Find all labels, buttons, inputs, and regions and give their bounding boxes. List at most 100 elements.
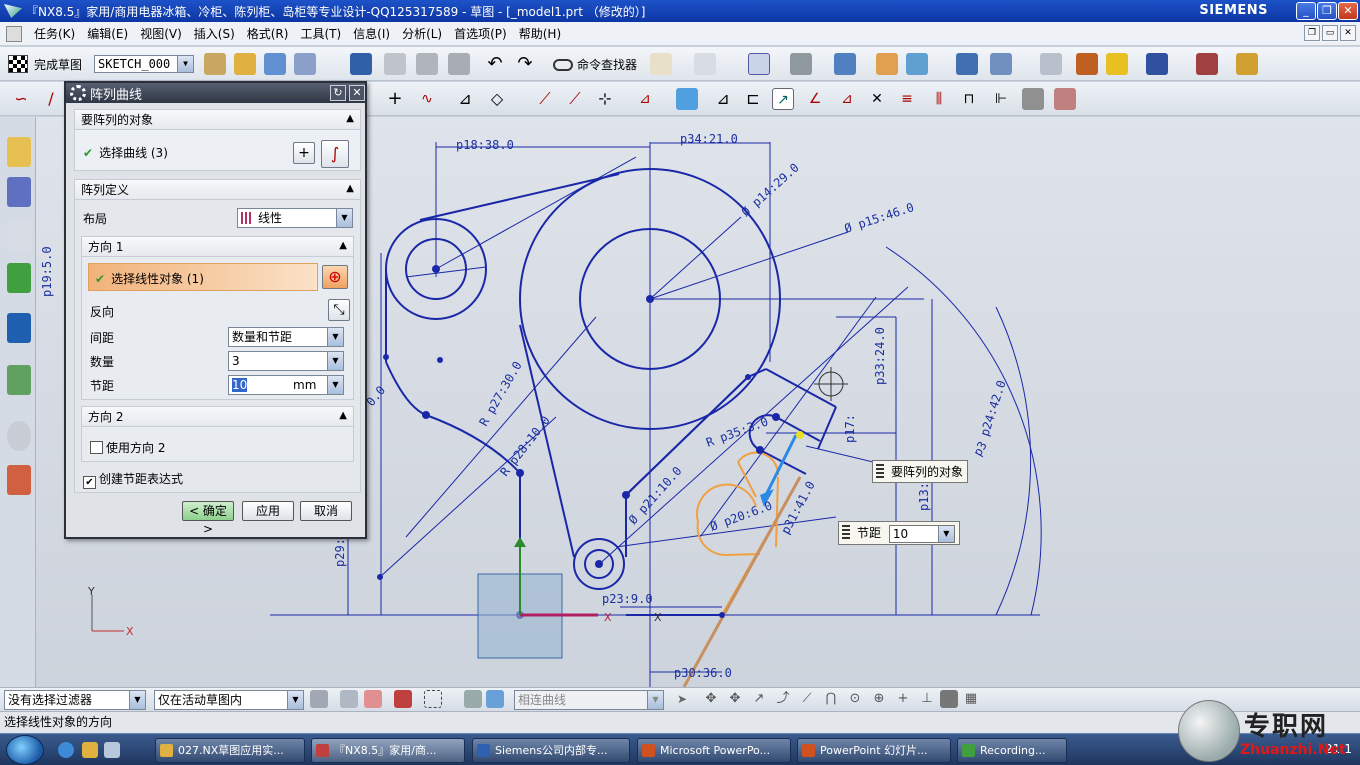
grid-icon[interactable] — [1196, 53, 1218, 75]
snap-line-icon[interactable]: ↗ — [750, 690, 768, 708]
finish-sketch-button[interactable]: 完成草图 — [8, 55, 82, 73]
dim-p19[interactable]: p19:5.0 — [40, 246, 54, 297]
folder-icon[interactable] — [82, 742, 98, 758]
start-button[interactable] — [6, 735, 44, 765]
spacing-select[interactable]: 数量和节距 ▼ — [228, 327, 344, 347]
dialog-title-bar[interactable]: 阵列曲线 ↻ ✕ — [66, 83, 365, 103]
dim-p18[interactable]: p18:38.0 — [456, 138, 514, 152]
create-expression-checkbox[interactable]: ✔ — [83, 476, 96, 489]
sketch-orient-icon[interactable] — [204, 53, 226, 75]
snap-point-icon[interactable] — [340, 690, 358, 708]
extrude-icon[interactable] — [956, 53, 978, 75]
constraint-navigator-icon[interactable] — [7, 177, 31, 207]
task-item-4[interactable]: Microsoft PowerPo... — [637, 738, 791, 763]
menu-analysis[interactable]: 分析(L) — [402, 25, 442, 42]
count-input[interactable]: 3 ▼ — [228, 351, 344, 371]
select-feature-icon[interactable] — [364, 690, 382, 708]
roles-icon[interactable] — [7, 465, 31, 495]
assembly-navigator-icon[interactable] — [7, 137, 31, 167]
snap-quadrant-icon[interactable]: ⊕ — [870, 690, 888, 708]
dim-p35[interactable]: R p35:3.0 — [704, 414, 770, 449]
geometric-constraint-icon[interactable]: ✕ — [866, 88, 888, 110]
snap-icon[interactable] — [1146, 53, 1168, 75]
menu-task[interactable]: 任务(K) — [34, 25, 75, 42]
dim-p27[interactable]: R p27:30.0 — [476, 359, 524, 429]
selection-scope-select[interactable]: 仅在活动草图内 ▼ — [154, 690, 304, 710]
gear-icon[interactable] — [70, 85, 86, 101]
menu-tools[interactable]: 工具(T) — [300, 25, 341, 42]
dim-p28[interactable]: R p28:10.0 — [497, 413, 553, 479]
definition-section-header[interactable]: 阵列定义 ▲ — [75, 180, 360, 200]
constraint-icon[interactable] — [650, 53, 672, 75]
snap-spline-icon[interactable]: ⤴ — [774, 690, 792, 708]
cut-icon[interactable] — [384, 53, 406, 75]
analysis-icon[interactable] — [1076, 53, 1098, 75]
snap-end-icon[interactable]: ✥ — [702, 690, 720, 708]
dim-p30[interactable]: p30:36.0 — [674, 666, 732, 680]
direction2-header[interactable]: 方向 2 ▲ — [82, 407, 353, 427]
table-icon[interactable] — [1040, 53, 1062, 75]
offset-curve-icon[interactable]: ∿ — [416, 88, 438, 110]
selection-info-icon[interactable] — [694, 53, 716, 75]
task-item-1[interactable]: 027.NX草图应用实... — [155, 738, 305, 763]
sketch-style-icon[interactable] — [264, 53, 286, 75]
reattach-icon[interactable] — [234, 53, 256, 75]
save-icon[interactable] — [350, 53, 372, 75]
update-model-icon[interactable] — [294, 53, 316, 75]
part-navigator-icon[interactable] — [7, 221, 31, 251]
linear-dimension-icon[interactable]: ⊿ — [836, 88, 858, 110]
ok-button[interactable]: < 确定 > — [182, 501, 234, 536]
menu-insert[interactable]: 插入(S) — [194, 25, 235, 42]
filter-reset-icon[interactable] — [310, 690, 328, 708]
snap-existing-point-icon[interactable]: ⊥ — [918, 690, 936, 708]
snap-arc-icon[interactable]: ⋂ — [822, 690, 840, 708]
point-icon[interactable]: + — [384, 88, 406, 110]
snap-face-icon[interactable] — [940, 690, 958, 708]
fit-view-icon[interactable] — [748, 53, 770, 75]
dim-p33[interactable]: p33:24.0 — [873, 327, 887, 385]
reverse-direction-icon[interactable]: ⤡ — [328, 299, 350, 321]
profile-icon[interactable]: ∽ — [10, 88, 32, 110]
parallel-constraint-icon[interactable]: ⫼ — [928, 88, 950, 110]
use-direction2-row[interactable]: 使用方向 2 — [82, 435, 353, 457]
task-item-2[interactable]: 『NX8.5』家用/商... — [311, 738, 465, 763]
angle-dimension-icon[interactable]: ∠ — [804, 88, 826, 110]
dim-p24[interactable]: p24:42.0 — [978, 379, 1009, 438]
select-face-icon[interactable] — [486, 690, 504, 708]
command-finder-button[interactable]: 命令查找器 — [553, 56, 637, 73]
snap-intersection-icon[interactable]: ⟋ — [798, 690, 816, 708]
dim-p25[interactable]: 0.0 — [364, 383, 389, 409]
close-button[interactable]: ✕ — [1338, 2, 1358, 20]
pattern-icon[interactable]: ◇ — [486, 88, 508, 110]
snap-point-on-curve-icon[interactable]: + — [894, 690, 912, 708]
select-curve-row[interactable]: ✔ 选择曲线 (3) — [75, 140, 360, 162]
mirror-icon[interactable]: ⊿ — [712, 88, 734, 110]
task-item-5[interactable]: PowerPoint 幻灯片... — [797, 738, 951, 763]
wcs-icon[interactable] — [906, 53, 928, 75]
paste-icon[interactable] — [448, 53, 470, 75]
ie-icon[interactable] — [58, 742, 74, 758]
rectangle-select-icon[interactable] — [424, 690, 442, 708]
web-browser-icon[interactable] — [7, 313, 31, 343]
restore-button[interactable]: ❐ — [1317, 2, 1337, 20]
show-desktop-icon[interactable] — [104, 742, 120, 758]
use-direction2-checkbox[interactable] — [90, 441, 103, 454]
arrow-right-icon[interactable]: ➤ — [674, 690, 690, 708]
dim-p32[interactable]: p3 — [970, 439, 989, 459]
render-style-icon[interactable] — [790, 53, 812, 75]
doc-restore-button[interactable]: ❐ — [1304, 25, 1320, 41]
derived-line-icon[interactable] — [676, 88, 698, 110]
revolve-icon[interactable] — [990, 53, 1012, 75]
menu-edit[interactable]: 编辑(E) — [87, 25, 128, 42]
intent-icon[interactable] — [394, 690, 412, 708]
reuse-library-icon[interactable] — [7, 263, 31, 293]
direction1-header[interactable]: 方向 1 ▲ — [82, 237, 353, 257]
snap-center-icon[interactable]: ⊙ — [846, 690, 864, 708]
dim-p20[interactable]: Ø p20:6.0 — [708, 498, 774, 533]
curve-select-icon[interactable]: ∫ — [321, 140, 349, 168]
trim-icon[interactable]: ⊿ — [454, 88, 476, 110]
alternate-solution-icon[interactable] — [1054, 88, 1076, 110]
chevron-down-icon[interactable]: ▼ — [937, 525, 954, 542]
dim-p34[interactable]: p34:21.0 — [680, 132, 738, 146]
reset-icon[interactable]: ↻ — [330, 85, 346, 101]
